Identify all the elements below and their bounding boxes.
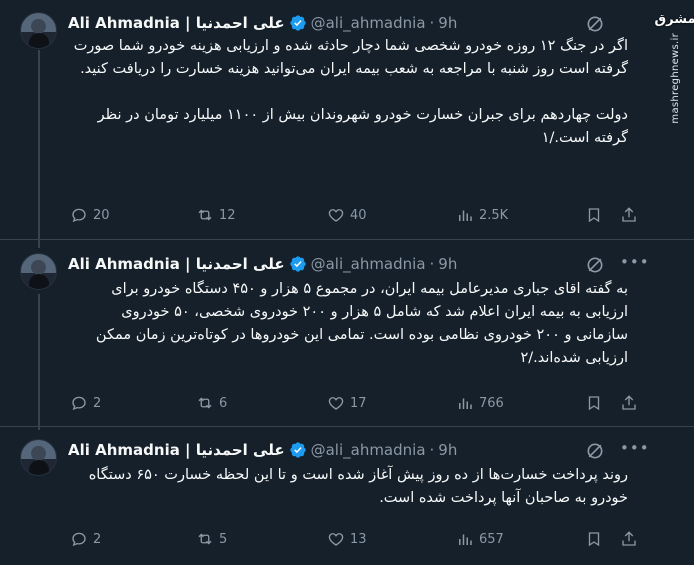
action-bar: 20 12 40 2.5K [68,206,648,226]
share-button[interactable] [620,206,638,224]
repost-button[interactable]: 12 [196,206,236,224]
reply-icon [72,532,86,547]
like-count: 17 [350,395,367,411]
tweet-text: اگر در جنگ ۱۲ روزه خودرو شخصی شما دچار ح… [73,38,628,146]
view-count: 2.5K [479,207,509,223]
heart-icon [328,397,344,410]
views-icon [459,398,472,409]
reply-button[interactable]: 20 [70,206,110,224]
views-button[interactable]: 766 [456,394,504,412]
grok-icon[interactable] [585,14,605,34]
bookmark-icon [588,208,600,223]
bookmark-button[interactable] [585,530,603,548]
watermark-url: mashreghnews.ir [669,33,681,124]
action-bar: 2 5 13 657 [68,530,648,550]
repost-button[interactable]: 5 [196,530,227,548]
reply-count: 20 [93,207,110,223]
author-name[interactable]: Ali Ahmadnia | علی احمدنیا [68,441,285,459]
thread-connector [38,294,40,430]
bookmark-button[interactable] [585,206,603,224]
reply-button[interactable]: 2 [70,394,101,412]
avatar[interactable] [20,439,57,476]
repost-icon [198,209,212,221]
author-name[interactable]: Ali Ahmadnia | علی احمدنیا [68,255,285,273]
more-options-button[interactable]: ••• [620,253,650,271]
reply-count: 2 [93,531,102,547]
share-button[interactable] [620,394,638,412]
share-icon [622,395,636,410]
separator-dot: · [429,14,435,32]
repost-button[interactable]: 6 [196,394,227,412]
repost-count: 12 [219,207,236,223]
repost-count: 6 [219,395,228,411]
reply-icon [72,208,86,223]
reply-icon [72,396,86,411]
watermark: مشرق mashreghnews.ir [654,10,694,128]
repost-icon [198,397,212,409]
bookmark-icon [588,396,600,411]
tweet-text: روند پرداخت خسارت‌ها از ده روز پیش آغاز … [88,467,628,506]
author-handle[interactable]: @ali_ahmadnia [311,441,426,459]
views-icon [459,210,472,221]
timestamp[interactable]: 9h [438,14,457,32]
more-options-button[interactable]: ••• [620,439,650,457]
bookmark-icon [588,532,600,547]
timestamp[interactable]: 9h [438,255,457,273]
views-button[interactable]: 657 [456,530,504,548]
heart-icon [328,533,344,546]
author-handle[interactable]: @ali_ahmadnia [311,14,426,32]
avatar[interactable] [20,12,57,49]
share-icon [622,207,636,222]
heart-icon [328,209,344,222]
repost-count: 5 [219,531,228,547]
bookmark-button[interactable] [585,394,603,412]
share-button[interactable] [620,530,638,548]
author-name[interactable]: Ali Ahmadnia | علی احمدنیا [68,14,285,32]
grok-icon[interactable] [585,441,605,461]
view-count: 657 [479,531,504,547]
share-icon [622,531,636,546]
like-button[interactable]: 17 [327,394,367,412]
separator-dot: · [429,441,435,459]
divider [0,426,694,427]
thread-connector [38,50,40,248]
tweet-header: Ali Ahmadnia | علی احمدنیا @ali_ahmadnia… [68,439,457,461]
watermark-logo: مشرق [654,12,694,27]
action-bar: 2 6 17 766 [68,394,648,414]
like-button[interactable]: 40 [327,206,367,224]
verified-badge-icon [289,441,307,459]
grok-icon[interactable] [585,255,605,275]
tweet-text: به گفته اقای جباری مدیرعامل بیمه ایران، … [95,281,628,366]
views-button[interactable]: 2.5K [456,206,508,224]
author-handle[interactable]: @ali_ahmadnia [311,255,426,273]
tweet-header: Ali Ahmadnia | علی احمدنیا @ali_ahmadnia… [68,12,457,34]
repost-icon [198,533,212,545]
reply-button[interactable]: 2 [70,530,101,548]
tweet-header: Ali Ahmadnia | علی احمدنیا @ali_ahmadnia… [68,253,457,275]
separator-dot: · [429,255,435,273]
like-count: 40 [350,207,367,223]
verified-badge-icon [289,255,307,273]
reply-count: 2 [93,395,102,411]
like-button[interactable]: 13 [327,530,367,548]
avatar[interactable] [20,253,57,290]
verified-badge-icon [289,14,307,32]
like-count: 13 [350,531,367,547]
timestamp[interactable]: 9h [438,441,457,459]
views-icon [459,534,472,545]
view-count: 766 [479,395,504,411]
divider [0,239,694,240]
